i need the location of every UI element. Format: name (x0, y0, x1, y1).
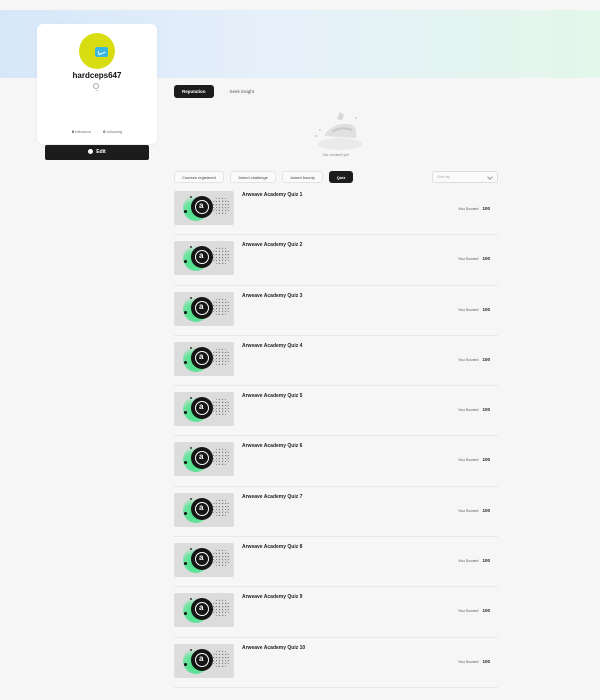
quiz-title[interactable]: Arweave Academy Quiz 2 (242, 242, 302, 248)
quiz-score: You Scored 100 (458, 457, 490, 462)
quiz-score: You Scored 100 (458, 256, 490, 261)
arweave-logo-icon (191, 346, 213, 369)
score-label: You Scored (457, 608, 479, 614)
sort-select[interactable]: Sort by (432, 171, 498, 183)
arweave-logo-icon (191, 296, 213, 319)
quiz-score: You Scored 100 (458, 659, 490, 664)
quiz-title[interactable]: Arweave Academy Quiz 5 (242, 393, 302, 399)
quiz-row[interactable]: Arweave Academy Quiz 4 You Scored100 (174, 336, 498, 387)
quiz-score: You Scored 100 (458, 407, 490, 412)
quiz-row[interactable]: Arweave Academy Quiz 1 You Scored100 (174, 185, 498, 236)
quiz-thumbnail[interactable] (174, 191, 234, 225)
arweave-logo-icon (191, 598, 213, 621)
quiz-thumbnail[interactable] (174, 241, 234, 276)
quiz-thumbnail[interactable] (174, 492, 234, 527)
empty-state-illustration (314, 112, 362, 150)
quiz-row[interactable]: Arweave Academy Quiz 7 You Scored100 (174, 487, 498, 538)
edit-profile-button[interactable]: Edit (45, 145, 149, 160)
quiz-score: You Scored 100 (458, 608, 490, 613)
activity-tabs: Courses registered Joined challenge Join… (174, 171, 354, 183)
arweave-logo-icon (191, 246, 213, 269)
score-value: 100 (482, 306, 490, 312)
quiz-row[interactable]: Arweave Academy Quiz 2 You Scored100 (174, 235, 498, 286)
score-value: 100 (482, 507, 490, 513)
quiz-row[interactable]: Arweave Academy Quiz 3 You Scored100 (174, 286, 498, 336)
quiz-title[interactable]: Arweave Academy Quiz 8 (242, 544, 302, 550)
quiz-title[interactable]: Arweave Academy Quiz 6 (242, 443, 302, 449)
score-value: 100 (482, 658, 490, 664)
quiz-title[interactable]: Arweave Academy Quiz 3 (242, 293, 302, 299)
quiz-score: You Scored 100 (458, 307, 490, 312)
score-value: 100 (482, 608, 490, 614)
quiz-thumbnail[interactable] (174, 593, 234, 628)
arweave-logo-icon (191, 397, 213, 420)
score-value: 100 (482, 407, 490, 413)
quiz-list: Arweave Academy Quiz 1You Scored100Arwea… (174, 185, 498, 688)
tab-joined-bounty[interactable]: Joined bounty (281, 171, 323, 183)
following-count[interactable]: 0 (103, 129, 105, 134)
follow-stats: 0 followers 0 following (37, 129, 157, 134)
quiz-title[interactable]: Arweave Academy Quiz 10 (242, 645, 305, 651)
quiz-score: You Scored 100 (458, 558, 490, 563)
tab-reputation[interactable]: Reputation (174, 85, 214, 98)
arweave-logo-icon (191, 447, 213, 470)
score-label: You Scored (457, 256, 479, 262)
tab-quiz[interactable]: Quiz (328, 171, 354, 183)
tab-joined-challenge[interactable]: Joined challenge (229, 171, 276, 183)
arweave-logo-icon (191, 548, 213, 571)
score-label: You Scored (457, 658, 479, 664)
quiz-thumbnail[interactable] (174, 543, 234, 578)
quiz-thumbnail[interactable] (174, 341, 234, 376)
score-label: You Scored (457, 507, 479, 513)
score-label: You Scored (457, 457, 479, 463)
quiz-row[interactable]: Arweave Academy Quiz 9 You Scored100 (174, 587, 498, 638)
score-label: You Scored (457, 407, 479, 413)
quiz-thumbnail[interactable] (174, 643, 234, 678)
quiz-title[interactable]: Arweave Academy Quiz 1 (242, 192, 302, 198)
quiz-title[interactable]: Arweave Academy Quiz 7 (242, 494, 302, 500)
quiz-score: You Scored 100 (458, 357, 490, 362)
quiz-row[interactable]: Arweave Academy Quiz 5 You Scored100 (174, 386, 498, 437)
arweave-logo-icon (191, 497, 213, 520)
arweave-logo-icon (191, 648, 213, 671)
quiz-title[interactable]: Arweave Academy Quiz 9 (242, 594, 302, 600)
empty-state-text: No content yet (323, 152, 349, 157)
followers-count[interactable]: 0 (72, 129, 74, 134)
username: hardceps647 (72, 71, 122, 80)
following-label[interactable]: following (107, 129, 123, 134)
tab-courses-registered[interactable]: Courses registered (174, 171, 224, 183)
score-value: 100 (482, 256, 490, 262)
tab-seek-insight[interactable]: Seek insight (222, 85, 263, 98)
edit-label: Edit (96, 149, 106, 155)
score-value: 100 (482, 356, 490, 362)
quiz-title[interactable]: Arweave Academy Quiz 4 (242, 343, 302, 349)
score-label: You Scored (457, 206, 479, 211)
quiz-thumbnail[interactable] (174, 442, 234, 477)
profile-tabs: Reputation Seek insight (174, 85, 262, 98)
followers-label[interactable]: followers (75, 129, 91, 134)
quiz-score: You Scored 100 (458, 206, 490, 211)
edit-icon (88, 149, 94, 154)
quiz-row[interactable]: Arweave Academy Quiz 10 You Scored100 (174, 638, 498, 688)
score-value: 100 (482, 206, 490, 211)
quiz-row[interactable]: Arweave Academy Quiz 6 You Scored100 (174, 436, 498, 487)
arweave-logo-icon (191, 196, 213, 218)
quiz-thumbnail[interactable] (174, 291, 234, 326)
score-label: You Scored (457, 306, 479, 312)
score-value: 100 (482, 457, 490, 463)
quiz-score: You Scored 100 (458, 508, 490, 513)
quiz-row[interactable]: Arweave Academy Quiz 8 You Scored100 (174, 537, 498, 588)
score-value: 100 (482, 558, 490, 564)
quiz-thumbnail[interactable] (174, 392, 234, 427)
profile-card: hardceps647 -- 0 followers 0 following E… (37, 24, 157, 160)
score-label: You Scored (457, 558, 479, 564)
bio-text: -- (95, 88, 99, 94)
verified-badge-icon (95, 47, 108, 57)
score-label: You Scored (457, 356, 479, 362)
